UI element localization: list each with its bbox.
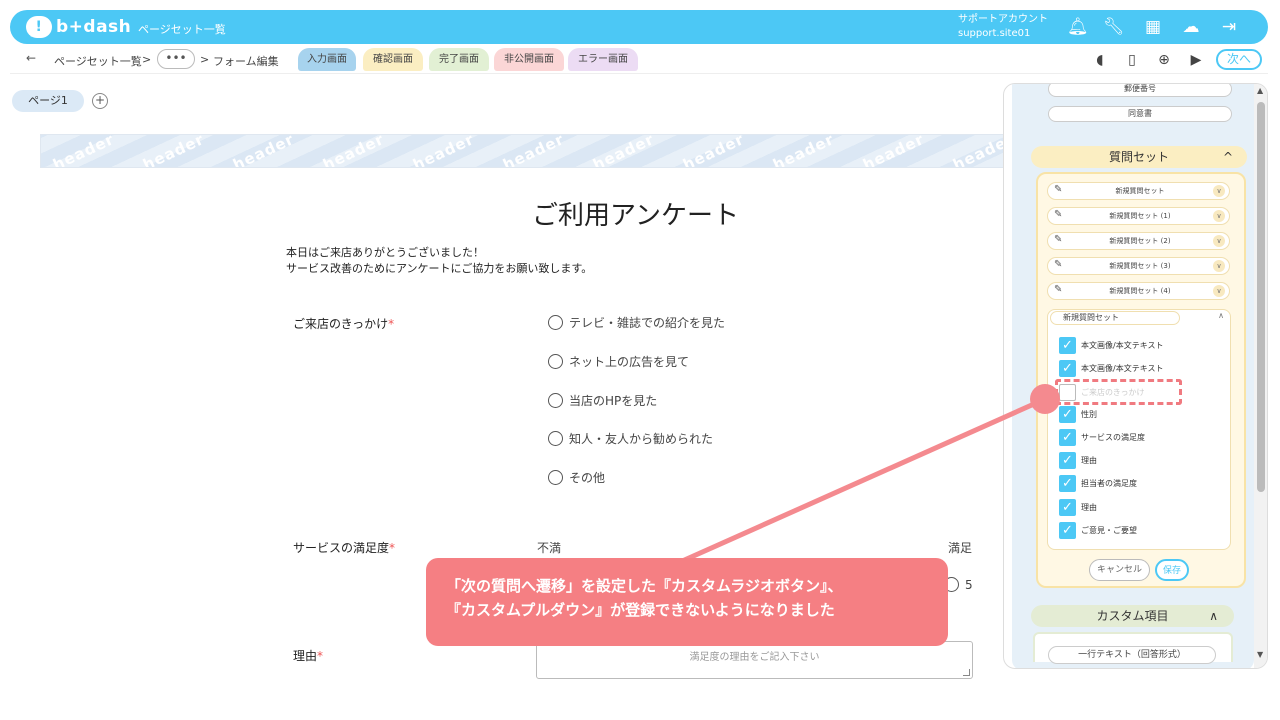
callout-line: 『カスタムプルダウン』が登録できないようになりました bbox=[446, 601, 835, 619]
annotation-callout: 「次の質問へ遷移」を設定した『カスタムラジオボタン』、 『カスタムプルダウン』が… bbox=[426, 558, 948, 646]
callout-line: 「次の質問へ遷移」を設定した『カスタムラジオボタン』、 bbox=[446, 577, 843, 595]
callout-pointer-dot bbox=[1030, 384, 1060, 414]
